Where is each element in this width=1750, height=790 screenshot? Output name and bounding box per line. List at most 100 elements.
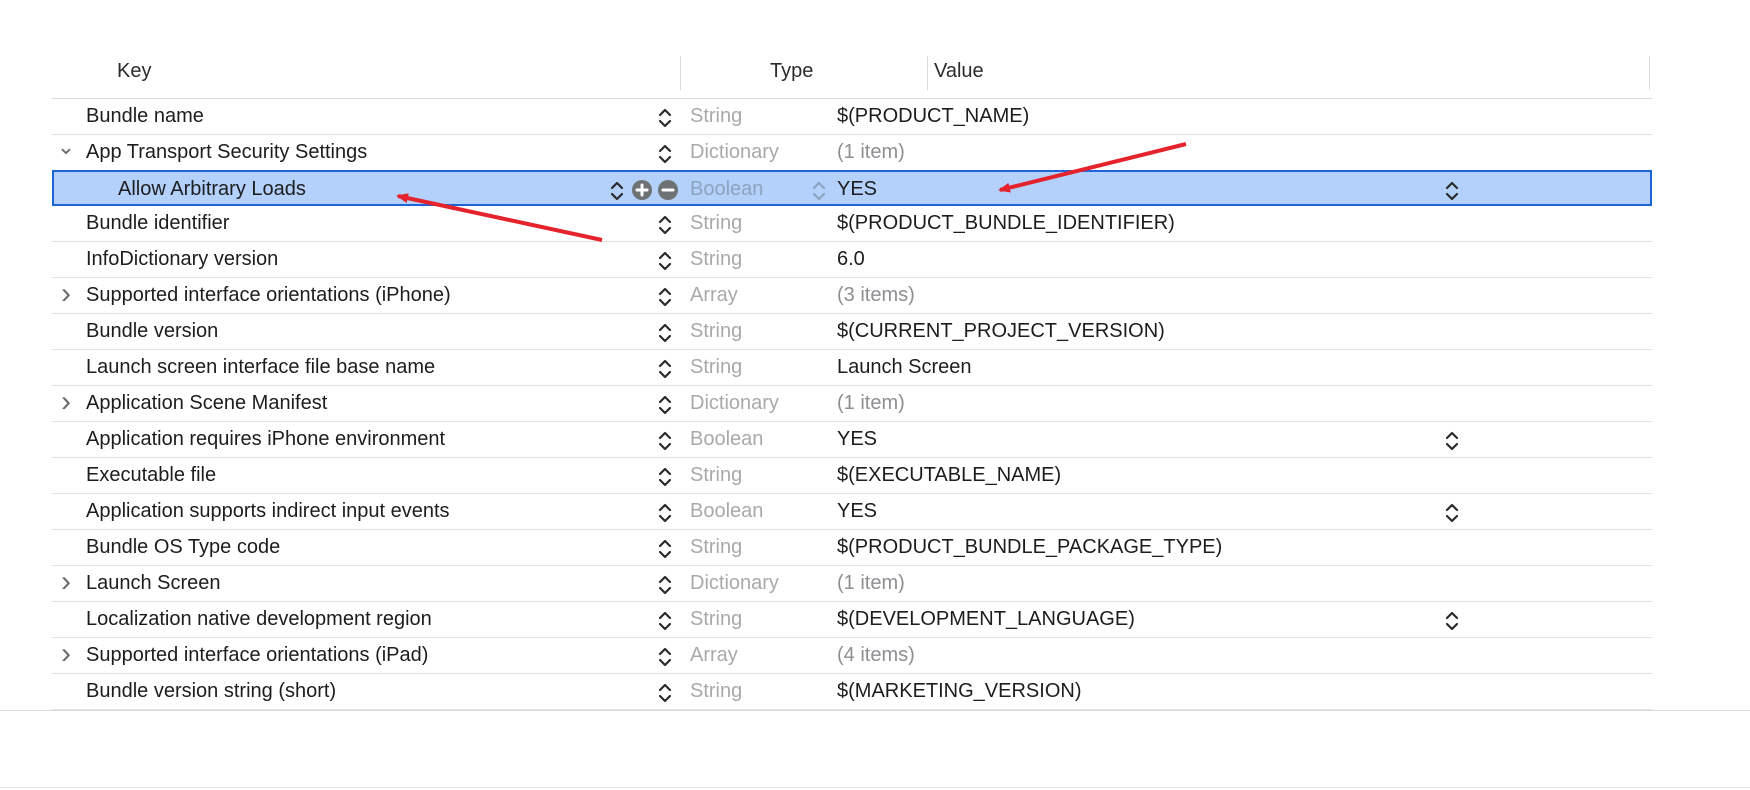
chevron-down-icon[interactable]: ⌄: [54, 135, 78, 171]
chevron-right-icon[interactable]: ›: [54, 566, 78, 602]
table-row[interactable]: Bundle version String $(CURRENT_PROJECT_VE…: [52, 314, 1652, 350]
key-cell[interactable]: Application requires iPhone environment: [86, 422, 445, 458]
type-cell[interactable]: String: [690, 350, 742, 386]
value-cell[interactable]: (4 items): [837, 638, 915, 674]
key-cell[interactable]: Allow Arbitrary Loads: [118, 172, 306, 208]
type-stepper-icon[interactable]: [658, 646, 672, 668]
value-cell[interactable]: YES: [837, 172, 877, 208]
table-row-selected[interactable]: Allow Arbitrary Loads Boolean YES: [52, 170, 1652, 206]
key-cell[interactable]: Bundle name: [86, 99, 204, 135]
key-cell[interactable]: InfoDictionary version: [86, 242, 278, 278]
type-stepper-icon[interactable]: [658, 574, 672, 596]
value-popup-stepper-icon[interactable]: [1445, 502, 1459, 524]
chevron-right-icon[interactable]: ›: [54, 278, 78, 314]
type-stepper-icon[interactable]: [658, 610, 672, 632]
table-row[interactable]: ⌄ App Transport Security Settings Dictiona…: [52, 135, 1652, 171]
type-stepper-icon[interactable]: [658, 466, 672, 488]
type-cell[interactable]: String: [690, 602, 742, 638]
table-row[interactable]: Bundle identifier String $(PRODUCT_BUNDLE_…: [52, 206, 1652, 242]
type-stepper-icon[interactable]: [658, 322, 672, 344]
key-cell[interactable]: Executable file: [86, 458, 216, 494]
type-stepper-icon[interactable]: [658, 250, 672, 272]
value-cell[interactable]: YES: [837, 494, 877, 530]
column-header-type[interactable]: Type: [770, 60, 813, 83]
value-cell[interactable]: 6.0: [837, 242, 865, 278]
plus-circle-icon[interactable]: [632, 180, 652, 200]
type-stepper-icon[interactable]: [658, 358, 672, 380]
type-cell[interactable]: String: [690, 530, 742, 566]
value-popup-stepper-icon[interactable]: [1445, 610, 1459, 632]
table-row[interactable]: InfoDictionary version String 6.0: [52, 242, 1652, 278]
table-row[interactable]: Application requires iPhone environment B…: [52, 422, 1652, 458]
type-cell[interactable]: Boolean: [690, 494, 763, 530]
type-cell[interactable]: Array: [690, 638, 738, 674]
table-row[interactable]: Bundle OS Type code String $(PRODUCT_BUNDL…: [52, 530, 1652, 566]
column-divider[interactable]: [1649, 56, 1650, 90]
value-cell[interactable]: $(MARKETING_VERSION): [837, 674, 1081, 710]
type-cell[interactable]: Dictionary: [690, 135, 779, 171]
key-cell[interactable]: App Transport Security Settings: [86, 135, 367, 171]
value-cell[interactable]: (1 item): [837, 135, 905, 171]
type-stepper-icon[interactable]: [658, 214, 672, 236]
type-cell[interactable]: Boolean: [690, 422, 763, 458]
chevron-right-icon[interactable]: ›: [54, 638, 78, 674]
key-cell[interactable]: Launch screen interface file base name: [86, 350, 435, 386]
key-cell[interactable]: Bundle version string (short): [86, 674, 336, 710]
value-cell[interactable]: Launch Screen: [837, 350, 972, 386]
value-popup-stepper-icon[interactable]: [1445, 430, 1459, 452]
key-cell[interactable]: Launch Screen: [86, 566, 221, 602]
type-stepper-icon[interactable]: [658, 286, 672, 308]
type-stepper-icon[interactable]: [658, 107, 672, 129]
type-stepper-icon[interactable]: [658, 502, 672, 524]
table-row[interactable]: › Supported interface orientations (iPhon…: [52, 278, 1652, 314]
chevron-right-icon[interactable]: ›: [54, 386, 78, 422]
table-row[interactable]: › Launch Screen Dictionary (1 item): [52, 566, 1652, 602]
column-header-key[interactable]: Key: [117, 60, 151, 83]
value-cell[interactable]: $(PRODUCT_NAME): [837, 99, 1029, 135]
value-cell[interactable]: $(DEVELOPMENT_LANGUAGE): [837, 602, 1135, 638]
column-header-value[interactable]: Value: [934, 60, 984, 83]
table-row[interactable]: Localization native development region St…: [52, 602, 1652, 638]
value-popup-stepper-icon[interactable]: [1445, 180, 1459, 202]
type-cell[interactable]: Dictionary: [690, 566, 779, 602]
type-cell[interactable]: String: [690, 99, 742, 135]
type-stepper-icon[interactable]: [658, 143, 672, 165]
key-cell[interactable]: Supported interface orientations (iPad): [86, 638, 428, 674]
type-cell[interactable]: Boolean: [690, 172, 763, 208]
type-cell[interactable]: String: [690, 458, 742, 494]
type-cell[interactable]: String: [690, 206, 742, 242]
type-cell[interactable]: Array: [690, 278, 738, 314]
type-cell[interactable]: String: [690, 674, 742, 710]
key-cell[interactable]: Application supports indirect input even…: [86, 494, 450, 530]
value-cell[interactable]: $(PRODUCT_BUNDLE_PACKAGE_TYPE): [837, 530, 1222, 566]
value-cell[interactable]: (1 item): [837, 566, 905, 602]
type-stepper-icon[interactable]: [658, 682, 672, 704]
value-cell[interactable]: (1 item): [837, 386, 905, 422]
type-cell[interactable]: String: [690, 314, 742, 350]
type-popup-stepper-icon[interactable]: [812, 180, 826, 202]
type-stepper-icon[interactable]: [658, 430, 672, 452]
type-cell[interactable]: Dictionary: [690, 386, 779, 422]
value-cell[interactable]: (3 items): [837, 278, 915, 314]
column-divider[interactable]: [927, 56, 928, 90]
table-row[interactable]: Bundle name String $(PRODUCT_NAME): [52, 99, 1652, 135]
value-cell[interactable]: $(EXECUTABLE_NAME): [837, 458, 1061, 494]
table-row[interactable]: Application supports indirect input even…: [52, 494, 1652, 530]
column-divider[interactable]: [680, 56, 681, 90]
minus-circle-icon[interactable]: [658, 180, 678, 200]
value-cell[interactable]: YES: [837, 422, 877, 458]
table-row[interactable]: › Supported interface orientations (iPad)…: [52, 638, 1652, 674]
table-row[interactable]: Bundle version string (short) String $(MAR…: [52, 674, 1652, 710]
table-row[interactable]: › Application Scene Manifest Dictionary (1 …: [52, 386, 1652, 422]
key-cell[interactable]: Application Scene Manifest: [86, 386, 327, 422]
key-cell[interactable]: Localization native development region: [86, 602, 432, 638]
key-cell[interactable]: Supported interface orientations (iPhone…: [86, 278, 451, 314]
key-cell[interactable]: Bundle version: [86, 314, 218, 350]
value-cell[interactable]: $(CURRENT_PROJECT_VERSION): [837, 314, 1165, 350]
key-cell[interactable]: Bundle OS Type code: [86, 530, 280, 566]
type-stepper-icon[interactable]: [658, 538, 672, 560]
key-cell[interactable]: Bundle identifier: [86, 206, 229, 242]
type-stepper-icon[interactable]: [658, 394, 672, 416]
table-row[interactable]: Launch screen interface file base name St…: [52, 350, 1652, 386]
table-row[interactable]: Executable file String $(EXECUTABLE_NAME): [52, 458, 1652, 494]
